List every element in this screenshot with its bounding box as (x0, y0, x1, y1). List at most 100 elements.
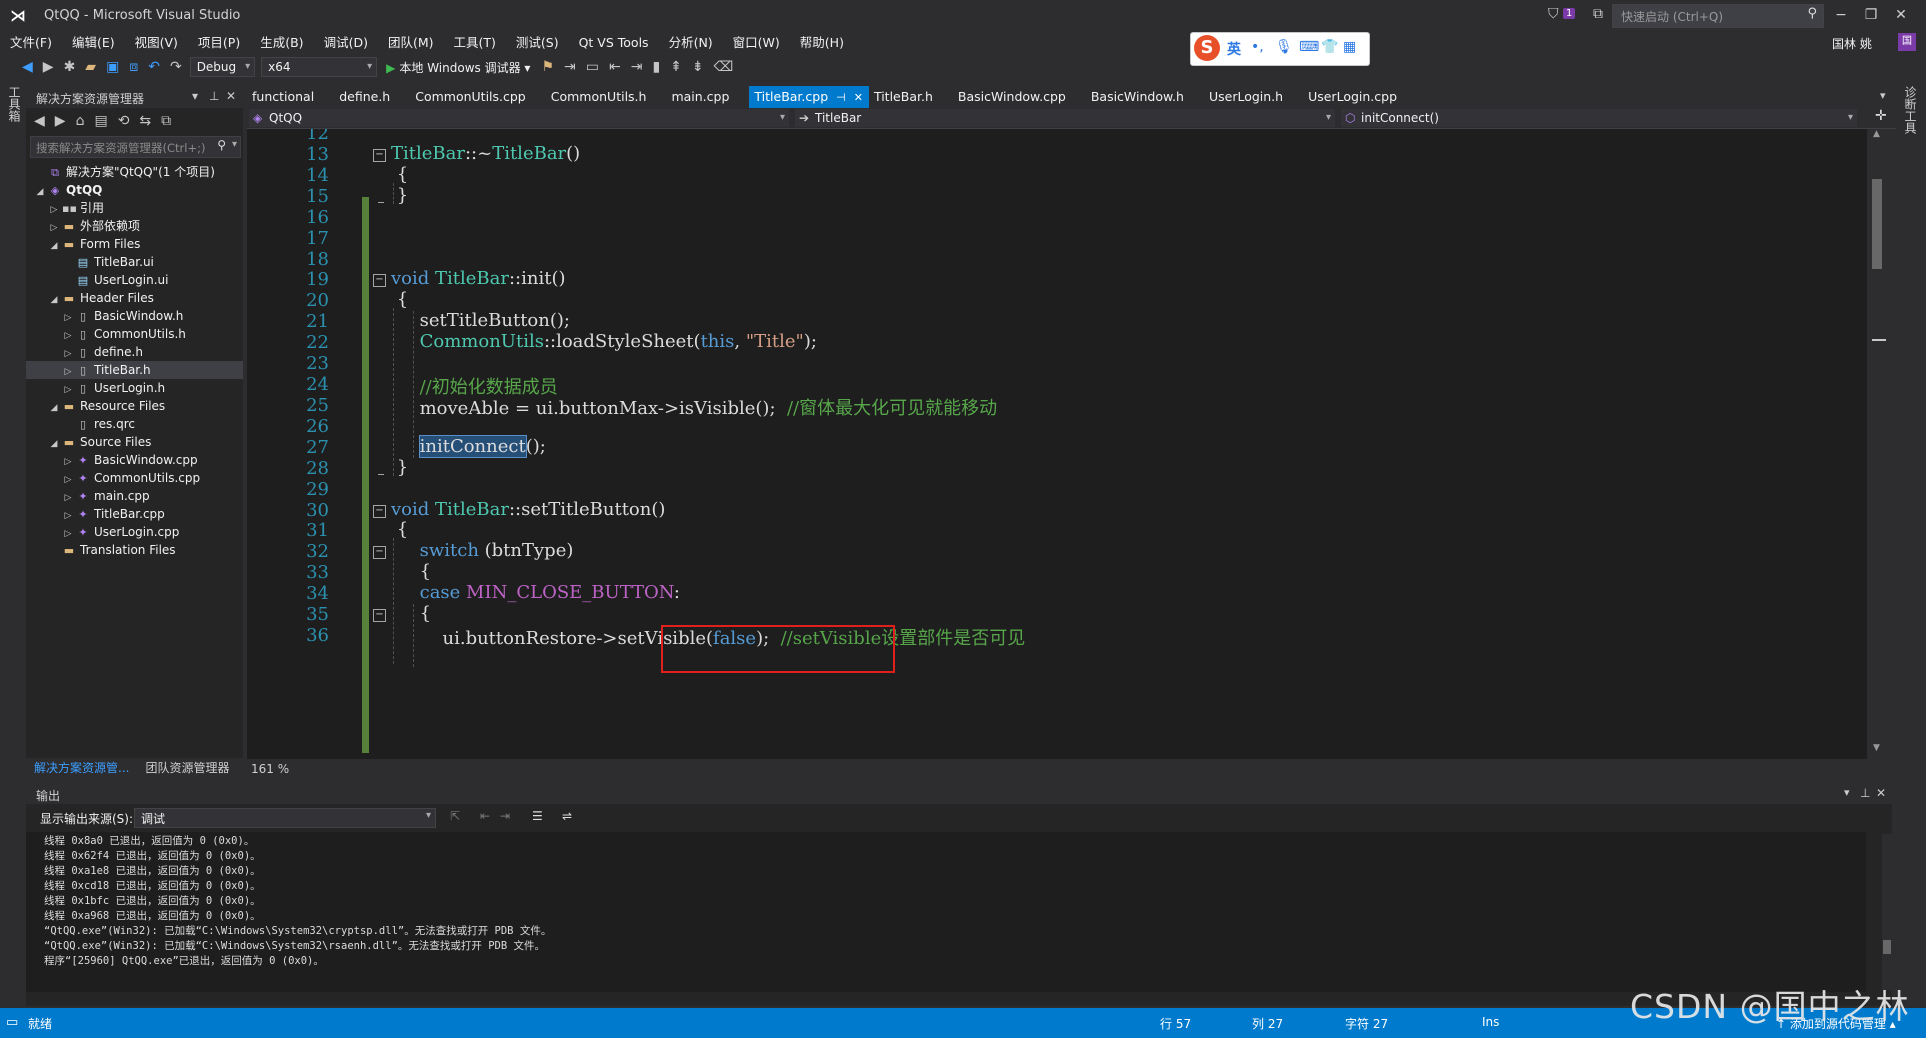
tree-item[interactable]: ◢ ▬ Source Files (26, 433, 243, 451)
code-line[interactable]: CommonUtils::loadStyleSheet(this, "Title… (391, 331, 817, 352)
tree-item[interactable]: ▷ ✦ TitleBar.cpp (26, 505, 243, 523)
diagnostic-tools-tab[interactable]: 诊断工具 (1902, 86, 1919, 134)
output-text[interactable]: 线程 0x8a0 已退出，返回值为 0 (0x0)。 线程 0x62f4 已退出，… (26, 832, 1866, 992)
tree-item[interactable]: ◢ ◈ QtQQ (26, 181, 243, 199)
restore-button[interactable]: ❐ (1856, 4, 1886, 26)
tree-item[interactable]: ▯ res.qrc (26, 415, 243, 433)
tree-item[interactable]: ▷ ✦ CommonUtils.cpp (26, 469, 243, 487)
code-line[interactable]: TitleBar::~TitleBar() (391, 143, 580, 164)
step-icon[interactable]: ⇥ (564, 59, 576, 75)
menu-item[interactable]: 帮助(H) (790, 32, 854, 54)
tree-item[interactable]: ▷ ✦ UserLogin.cpp (26, 523, 243, 541)
back-icon[interactable]: ◀ (34, 113, 45, 129)
bookmark-clear-icon[interactable]: ⌫ (714, 59, 734, 75)
redo-icon[interactable]: ↷ (170, 59, 182, 75)
config-select[interactable]: Debug (189, 57, 256, 77)
bookmark-icon[interactable]: ▮ (652, 59, 660, 75)
word-wrap-icon[interactable]: ⇌ (562, 809, 572, 823)
pin-icon[interactable]: ⊥ (1860, 786, 1870, 800)
menu-item[interactable]: 窗口(W) (723, 32, 790, 54)
fold-toggle-icon[interactable]: − (373, 609, 386, 623)
menu-item[interactable]: 分析(N) (659, 32, 723, 54)
menu-item[interactable]: 工具(T) (444, 32, 506, 54)
tree-item[interactable]: ▷ ✦ BasicWindow.cpp (26, 451, 243, 469)
tree-item[interactable]: ▷ ▯ BasicWindow.h (26, 307, 243, 325)
menu-item[interactable]: 文件(F) (0, 32, 62, 54)
fold-toggle-icon[interactable]: − (373, 546, 386, 560)
code-line[interactable]: setTitleButton(); (391, 310, 570, 331)
chevron-down-icon[interactable]: ▾ (232, 139, 237, 150)
menu-item[interactable]: Qt VS Tools (569, 32, 659, 54)
status-column[interactable]: 列 27 (1252, 1015, 1283, 1032)
tree-item[interactable]: ▷ ▯ UserLogin.h (26, 379, 243, 397)
document-tab[interactable]: BasicWindow.cpp (953, 86, 1086, 108)
document-tab[interactable]: UserLogin.h (1204, 86, 1303, 108)
prev-message-icon[interactable]: ⇤ (480, 809, 490, 823)
tree-item[interactable]: ▷ ▯ CommonUtils.h (26, 325, 243, 343)
menu-item[interactable]: 项目(P) (188, 32, 250, 54)
document-tab[interactable]: functional (247, 86, 334, 108)
tree-item[interactable]: ▷ ▬ 外部依赖项 (26, 217, 243, 235)
switch-views-icon[interactable]: ▤ (94, 113, 107, 129)
document-tab[interactable]: define.h (334, 86, 410, 108)
status-insert-mode[interactable]: Ins (1482, 1015, 1499, 1029)
tree-item[interactable]: ▷ ▯ define.h (26, 343, 243, 361)
notification-badge[interactable]: 1 (1563, 8, 1576, 19)
fold-toggle-icon[interactable]: − (373, 148, 386, 162)
scrollbar-thumb[interactable] (1883, 940, 1891, 954)
skin-icon[interactable]: 👕 (1321, 39, 1338, 55)
document-tab[interactable]: TitleBar.h (869, 86, 953, 108)
close-icon[interactable]: ✕ (854, 91, 863, 104)
hex-icon[interactable]: ▭ (586, 59, 599, 75)
home-icon[interactable]: ⌂ (76, 113, 85, 129)
search-icon[interactable]: ⚲ (1807, 6, 1817, 21)
tree-item[interactable]: ▷ ▪▪ 引用 (26, 199, 243, 217)
code-line[interactable]: { (391, 603, 431, 624)
split-window-icon[interactable]: ✛ (1875, 108, 1887, 124)
document-tab[interactable]: TitleBar.cpp ⊣ ✕ (749, 85, 869, 109)
editor-vertical-scrollbar[interactable]: ▲ ▼ (1868, 129, 1886, 759)
document-tab[interactable]: BasicWindow.h (1086, 86, 1204, 108)
toolbox-grid-icon[interactable]: ▦ (1343, 39, 1356, 55)
save-all-icon[interactable]: ⧈ (129, 59, 138, 75)
quick-launch-input[interactable]: 快速启动 (Ctrl+Q) ⚲ (1612, 4, 1824, 28)
save-icon[interactable]: ▣ (106, 59, 119, 75)
collapse-all-icon[interactable]: ⧉ (161, 113, 171, 129)
next-message-icon[interactable]: ⇥ (500, 809, 510, 823)
tab-overflow-icon[interactable]: ▾ (1880, 89, 1886, 102)
document-tab[interactable]: UserLogin.cpp (1303, 86, 1417, 108)
scroll-down-icon[interactable]: ▼ (1873, 743, 1880, 753)
status-line[interactable]: 行 57 (1160, 1015, 1191, 1032)
output-vertical-scrollbar[interactable] (1882, 834, 1892, 990)
code-line[interactable]: { (391, 289, 408, 310)
toolbox-tab[interactable]: 工具箱 (6, 86, 23, 122)
outdent-icon[interactable]: ⇥ (631, 59, 643, 75)
close-window-button[interactable]: ✕ (1886, 4, 1916, 26)
code-line[interactable]: initConnect(); (391, 434, 546, 458)
status-char[interactable]: 字符 27 (1345, 1015, 1388, 1032)
punctuation-icon[interactable]: •, (1251, 39, 1264, 55)
clear-all-icon[interactable]: ☰ (532, 809, 543, 823)
menu-item[interactable]: 生成(B) (250, 32, 313, 54)
fold-toggle-icon[interactable]: − (373, 274, 386, 288)
tree-item[interactable]: ◢ ▬ Resource Files (26, 397, 243, 415)
tree-item[interactable]: ◢ ▬ Header Files (26, 289, 243, 307)
code-line[interactable]: moveAble = ui.buttonMax->isVisible(); //… (391, 394, 998, 420)
code-line[interactable]: { (391, 164, 408, 185)
minimize-button[interactable]: − (1826, 4, 1856, 26)
scrollbar-thumb[interactable] (1872, 179, 1882, 269)
pending-changes-icon[interactable]: ⟲ (118, 113, 130, 129)
notification-flag-icon[interactable]: ⛉ (1548, 6, 1559, 22)
panel-menu-icon[interactable]: ▾ (192, 89, 198, 103)
forward-icon[interactable]: ▶ (43, 59, 54, 75)
tree-item[interactable]: ▬ Translation Files (26, 541, 243, 559)
project-dropdown[interactable]: ◈ QtQQ (249, 109, 789, 127)
fold-toggle-icon[interactable]: − (373, 504, 386, 518)
scroll-up-icon[interactable]: ▲ (1873, 129, 1880, 139)
feedback-icon[interactable]: ⧉ (1593, 6, 1603, 22)
tree-item[interactable]: ◢ ▬ Form Files (26, 235, 243, 253)
open-file-icon[interactable]: ▰ (85, 59, 96, 75)
scope-dropdown[interactable]: ➔ TitleBar (795, 109, 1335, 127)
close-icon[interactable]: ✕ (1876, 786, 1886, 800)
member-dropdown[interactable]: ⬡ initConnect() (1341, 109, 1857, 127)
